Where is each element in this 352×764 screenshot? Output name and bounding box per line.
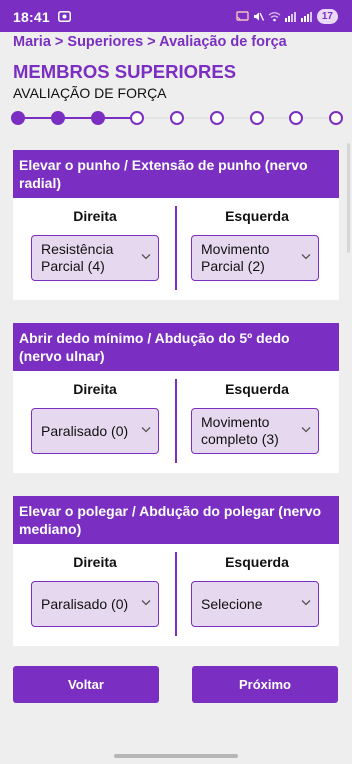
step-dot	[209, 111, 224, 125]
select-value: Paralisado (0)	[41, 595, 129, 612]
battery-indicator: 17	[316, 8, 338, 24]
section-card-thumb-abduction: Elevar o polegar / Abdução do polegar (n…	[13, 496, 339, 646]
section-title: Elevar o polegar / Abdução do polegar (n…	[13, 496, 339, 544]
left-side-label: Esquerda	[225, 381, 289, 397]
status-bar: 18:41 17	[0, 0, 352, 32]
right-side-label: Direita	[73, 208, 117, 224]
divider	[175, 206, 177, 290]
section-title: Elevar o punho / Extensão de punho (nerv…	[13, 150, 339, 198]
chevron-down-icon	[301, 600, 311, 606]
section-body: Direita Esquerda Paralisado (0) Moviment…	[13, 371, 339, 473]
chevron-down-icon	[141, 254, 151, 260]
right-side-label: Direita	[73, 381, 117, 397]
signal-icon	[284, 11, 296, 22]
right-side-label: Direita	[73, 554, 117, 570]
page-subtitle: AVALIAÇÃO DE FORÇA	[13, 85, 167, 101]
status-time: 18:41	[13, 9, 50, 25]
left-strength-select[interactable]: Selecione	[191, 581, 319, 627]
divider	[175, 379, 177, 463]
screen-record-icon	[58, 11, 71, 22]
chevron-down-icon	[301, 254, 311, 260]
step-dot	[11, 111, 25, 125]
left-side-label: Esquerda	[225, 554, 289, 570]
page-title: MEMBROS SUPERIORES	[13, 61, 237, 82]
right-strength-select[interactable]: Paralisado (0)	[31, 408, 159, 454]
signal-2-icon	[300, 11, 312, 22]
section-body: Direita Esquerda Resistência Parcial (4)…	[13, 198, 339, 300]
step-dot	[130, 111, 145, 125]
next-button[interactable]: Próximo	[192, 666, 338, 703]
select-value: Selecione	[201, 595, 263, 612]
right-strength-select[interactable]: Paralisado (0)	[31, 581, 159, 627]
section-card-little-finger-abduction: Abrir dedo mínimo / Abdução do 5º dedo (…	[13, 323, 339, 473]
breadcrumb[interactable]: Maria > Superiores > Avaliação de força	[13, 34, 287, 50]
step-dot	[249, 111, 264, 125]
left-strength-select[interactable]: Movimento completo (3)	[191, 408, 319, 454]
select-value: Movimento completo (3)	[201, 414, 279, 447]
right-strength-select[interactable]: Resistência Parcial (4)	[31, 235, 159, 281]
step-dot	[50, 111, 65, 125]
section-title: Abrir dedo mínimo / Abdução do 5º dedo (…	[13, 323, 339, 371]
status-icons: 17	[236, 8, 338, 24]
chevron-down-icon	[141, 600, 151, 606]
step-dot	[329, 111, 343, 125]
select-value: Resistência Parcial (4)	[41, 241, 114, 274]
mute-icon	[253, 12, 264, 21]
left-strength-select[interactable]: Movimento Parcial (2)	[191, 235, 319, 281]
select-value: Movimento Parcial (2)	[201, 241, 270, 274]
divider	[175, 552, 177, 636]
left-side-label: Esquerda	[225, 208, 289, 224]
wifi-icon	[268, 11, 281, 21]
step-dot	[289, 111, 304, 125]
back-button[interactable]: Voltar	[13, 666, 159, 703]
section-card-wrist-extension: Elevar o punho / Extensão de punho (nerv…	[13, 150, 339, 300]
cast-icon	[236, 10, 249, 21]
chevron-down-icon	[141, 427, 151, 433]
progress-stepper	[11, 110, 343, 126]
step-dot	[170, 111, 184, 125]
section-body: Direita Esquerda Paralisado (0) Selecion…	[13, 544, 339, 646]
select-value: Paralisado (0)	[41, 422, 129, 439]
step-dot	[90, 111, 105, 125]
scrollbar[interactable]	[347, 143, 350, 253]
chevron-down-icon	[301, 427, 311, 433]
home-indicator[interactable]	[114, 754, 238, 758]
